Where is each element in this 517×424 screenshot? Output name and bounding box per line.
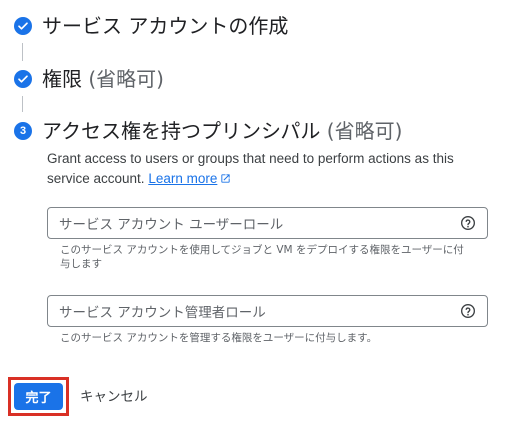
step-optional-label: (省略可) [326, 119, 403, 143]
check-icon [14, 70, 32, 88]
step-optional-label: (省略可) [88, 67, 164, 91]
step-title: サービス アカウントの作成 [42, 14, 289, 38]
step-connector [22, 96, 23, 112]
step-create-service-account[interactable]: サービス アカウントの作成 [14, 13, 288, 39]
cancel-button[interactable]: キャンセル [80, 387, 148, 407]
service-account-user-role-hint: このサービス アカウントを使用してジョブと VM をデプロイする権限をユーザーに… [60, 244, 464, 270]
learn-more-link[interactable]: Learn more [148, 171, 217, 186]
step-title-main: 権限 [42, 67, 82, 91]
step-title: アクセス権を持つプリンシパル (省略可) [42, 118, 402, 144]
step-title-main: アクセス権を持つプリンシパル [42, 119, 321, 143]
step-description: Grant access to users or groups that nee… [47, 149, 497, 190]
service-account-user-role-field[interactable]: サービス アカウント ユーザーロール [47, 207, 488, 239]
service-account-admin-role-hint: このサービス アカウントを管理する権限をユーザーに付与します。 [60, 332, 378, 344]
description-text: Grant access to users or groups that nee… [47, 151, 454, 186]
step-connector [22, 43, 23, 61]
step-title: 権限 (省略可) [42, 66, 164, 92]
learn-more-label: Learn more [148, 171, 218, 186]
step-permissions[interactable]: 権限 (省略可) [14, 66, 164, 92]
step-principals-with-access[interactable]: 3 アクセス権を持つプリンシパル (省略可) [14, 118, 402, 144]
step-number: 3 [19, 124, 27, 137]
step-number-badge: 3 [14, 122, 32, 140]
check-icon [14, 17, 32, 35]
service-account-admin-role-field[interactable]: サービス アカウント管理者ロール [47, 295, 488, 327]
help-icon[interactable] [459, 214, 477, 232]
service-account-admin-role-input[interactable]: サービス アカウント管理者ロール [59, 301, 459, 321]
open-in-new-icon [220, 170, 231, 190]
done-button[interactable]: 完了 [14, 383, 63, 410]
help-icon[interactable] [459, 302, 477, 320]
service-account-user-role-input[interactable]: サービス アカウント ユーザーロール [59, 213, 459, 233]
